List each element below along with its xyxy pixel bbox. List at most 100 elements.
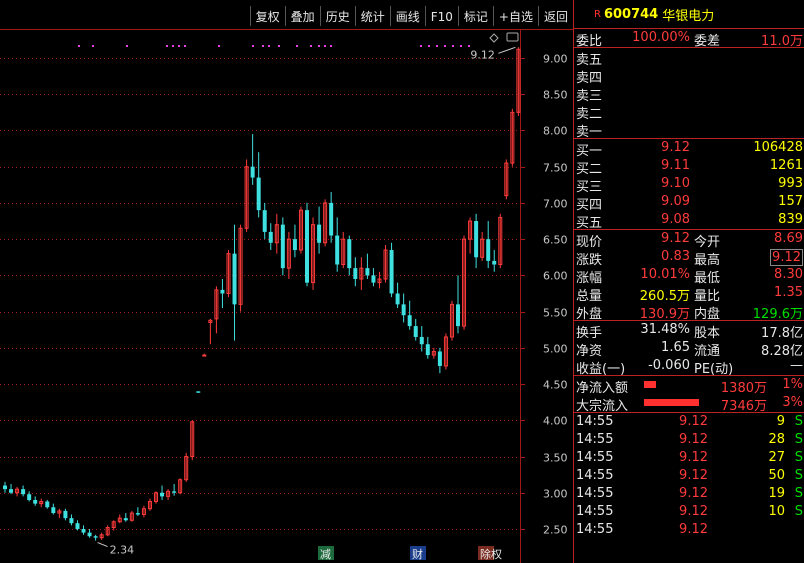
buy-level-price: 9.08 <box>661 212 690 227</box>
kline-chart[interactable]: 9.00 8.50 8.00 7.50 7.00 6.50 6.00 5.50 5.00 4.50… <box>0 0 573 563</box>
candle-body <box>353 268 358 280</box>
toolbar-button-8[interactable]: 返回 <box>537 6 573 26</box>
candle-body <box>220 289 225 294</box>
toolbar-button-4[interactable]: 画线 <box>389 6 425 26</box>
event-marker <box>296 45 298 47</box>
buy-level-volume: 157 <box>778 194 803 209</box>
candle-body <box>87 532 92 537</box>
y-tick-label: 3.00 <box>543 488 568 501</box>
candle-body <box>3 485 7 490</box>
quote-stat-row: 涨跌 0.83 最高 9.12 <box>574 248 804 268</box>
toolbar-button-0[interactable]: 复权 <box>249 6 285 26</box>
toolbar-button-5[interactable]: F10 <box>424 6 458 26</box>
y-tick-label: 5.00 <box>543 343 568 356</box>
quote-stat-row: 外盘 130.9万 内盘 129.6万 <box>574 302 804 322</box>
candle-body <box>33 500 38 504</box>
stat-label-2: 内盘 <box>694 307 721 322</box>
candle-body <box>268 231 273 243</box>
fund-flow-percent: 1% <box>782 377 803 392</box>
buy-level-volume: 106428 <box>753 140 803 155</box>
candle-body <box>27 494 32 501</box>
candle-body <box>135 513 140 515</box>
stat-value-2: 8.69 <box>774 231 803 246</box>
diamond-icon <box>489 33 499 43</box>
event-marker <box>330 45 332 47</box>
quote-panel: R 600744 华银电力 委比 100.00% 委差 11.0万 卖五 卖四 卖三 卖二 卖一… <box>573 0 804 563</box>
toolbar-button-2[interactable]: 历史 <box>319 6 355 26</box>
quote-stat-row: 总量 260.5万 量比 1.35 <box>574 284 804 304</box>
weibi-label: 委比 <box>576 34 603 49</box>
stock-name[interactable]: 华银电力 <box>662 5 714 24</box>
event-marker <box>444 45 446 47</box>
buy-level-price: 9.10 <box>661 176 690 191</box>
fund-flow-row: 净流入额 1380万 1% <box>574 376 804 396</box>
tick-price: 9.12 <box>679 504 708 519</box>
candle-body <box>486 239 491 261</box>
stock-header: R 600744 华银电力 <box>574 0 804 29</box>
candle-body <box>160 492 165 497</box>
candle-body <box>437 351 442 366</box>
toolbar-button-7[interactable]: +自选 <box>492 6 538 26</box>
candle-body <box>45 501 50 508</box>
fund-flow-row: 大宗流入 7346万 3% <box>574 394 804 414</box>
weicha-value: 11.0万 <box>761 34 803 49</box>
y-tick-label: 5.50 <box>543 307 568 320</box>
candle-body <box>63 510 68 519</box>
candle-body <box>317 224 322 243</box>
finance-value: 1.65 <box>661 340 690 355</box>
buy-level-row: 买三 9.10 993 <box>574 175 804 195</box>
event-marker <box>252 45 254 47</box>
weibi-value: 100.00% <box>632 30 690 45</box>
event-marker <box>318 45 320 47</box>
kline-chart-area[interactable]: 9.00 8.50 8.00 7.50 7.00 6.50 6.00 5.50 5.00 4.50… <box>0 0 573 563</box>
tick-price: 9.12 <box>679 486 708 501</box>
tick-volume: 50 <box>768 468 785 483</box>
event-marker <box>262 45 264 47</box>
tick-price: 9.12 <box>679 450 708 465</box>
toolbar-button-6[interactable]: 标记 <box>457 6 493 26</box>
candle-body <box>413 326 418 337</box>
tick-row: 14:55 9.12 28 S <box>574 431 804 449</box>
buy-level-row: 买五 9.08 839 <box>574 211 804 231</box>
quote-body: 委比 100.00% 委差 11.0万 卖五 卖四 卖三 卖二 卖一 买一 9.12 106428 买二… <box>574 29 804 539</box>
tick-flag: S <box>794 486 803 501</box>
candle-body <box>51 507 56 514</box>
buy-level-row: 买二 9.11 1261 <box>574 157 804 177</box>
event-marker <box>452 45 454 47</box>
event-marker <box>468 45 470 47</box>
toolbar-button-1[interactable]: 叠加 <box>284 6 320 26</box>
quote-stat-row: 现价 9.12 今开 8.69 <box>574 230 804 250</box>
tick-volume: 10 <box>768 504 785 519</box>
candle-body <box>329 202 334 236</box>
tick-row: 14:55 9.12 27 S <box>574 449 804 467</box>
buy-level-volume: 993 <box>778 176 803 191</box>
finance-value: 31.48% <box>640 322 690 337</box>
stat-value-2: 129.6万 <box>752 307 803 322</box>
candle-body <box>75 523 80 529</box>
buy-level-volume: 839 <box>778 212 803 227</box>
finance-row: 净资 1.65 流通 8.28亿 <box>574 339 804 359</box>
candle-body <box>69 518 74 524</box>
margin-mark: R <box>594 8 601 20</box>
buy-level-label: 买五 <box>576 216 603 231</box>
tick-row: 14:55 9.12 50 S <box>574 467 804 485</box>
event-marker <box>268 45 270 47</box>
fund-flow-value: 7346万 <box>720 399 767 414</box>
event-marker <box>166 45 168 47</box>
tick-volume: 9 <box>776 414 785 429</box>
candle-body <box>389 250 394 294</box>
finance-value: -0.060 <box>648 358 690 373</box>
tick-flag: S <box>794 450 803 465</box>
stock-code[interactable]: 600744 <box>604 7 658 22</box>
y-tick-label: 9.00 <box>543 53 568 66</box>
chart-toolbar: 复权 叠加 历史 统计 画线 F10 标记 +自选 返回 <box>249 6 573 28</box>
event-badge-1: 财 <box>412 547 423 561</box>
toolbar-button-3[interactable]: 统计 <box>354 6 390 26</box>
buy-level-row: 买四 9.09 157 <box>574 193 804 213</box>
weibi-row: 委比 100.00% 委差 11.0万 <box>574 29 804 49</box>
y-tick-label: 4.00 <box>543 415 568 428</box>
tick-flag: S <box>794 504 803 519</box>
tick-row: 14:55 9.12 9 S <box>574 413 804 431</box>
tick-row: 14:55 9.12 10 S <box>574 503 804 521</box>
event-marker <box>92 45 94 47</box>
